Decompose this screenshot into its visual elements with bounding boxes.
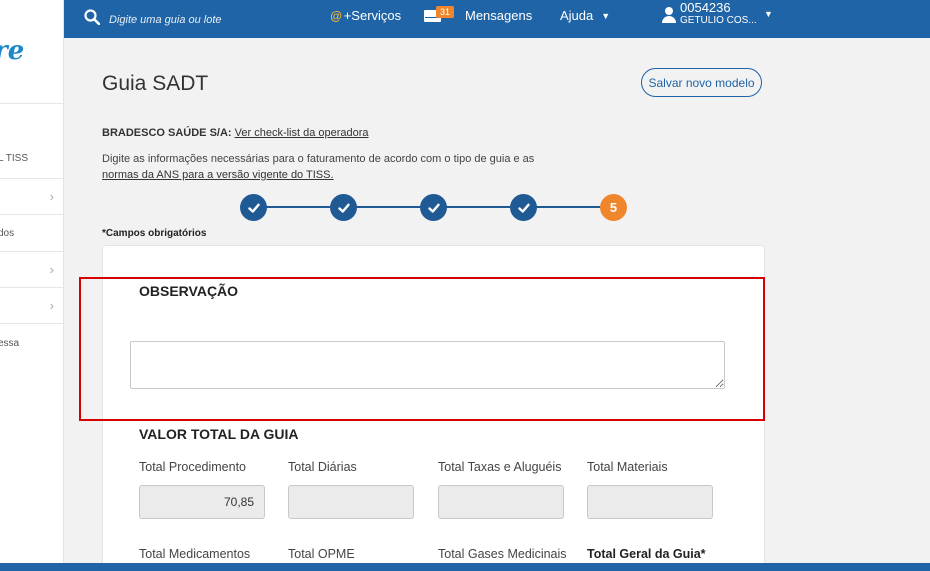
global-search bbox=[84, 9, 309, 30]
messages-count-badge: 31 bbox=[436, 6, 455, 18]
total-procedure-label: Total Procedimento bbox=[139, 460, 247, 474]
step-4-done[interactable] bbox=[510, 194, 537, 221]
sidebar-item-4[interactable]: › bbox=[0, 251, 63, 287]
check-icon bbox=[427, 203, 440, 213]
check-icon bbox=[337, 203, 350, 213]
step-2-done[interactable] bbox=[330, 194, 357, 221]
check-icon bbox=[247, 203, 260, 213]
search-icon[interactable] bbox=[84, 9, 101, 30]
observation-textarea[interactable] bbox=[130, 341, 725, 389]
total-daily-field bbox=[288, 485, 414, 519]
step-1-done[interactable] bbox=[240, 194, 267, 221]
user-info: 0054236 GETULIO COS... bbox=[680, 1, 757, 27]
total-general-label: Total Geral da Guia* bbox=[587, 547, 706, 561]
total-materials-field bbox=[587, 485, 713, 519]
sidebar-item-6[interactable]: essa bbox=[0, 325, 63, 361]
save-new-model-button[interactable]: Salvar novo modelo bbox=[641, 68, 762, 97]
page-title: Guia SADT bbox=[102, 72, 209, 95]
step-3-done[interactable] bbox=[420, 194, 447, 221]
sidebar-divider bbox=[0, 103, 63, 104]
sidebar-item-3[interactable]: dos bbox=[0, 215, 63, 251]
total-medications-label: Total Medicamentos bbox=[139, 547, 251, 561]
services-label: +Serviços bbox=[343, 8, 402, 23]
chevron-down-icon: ▼ bbox=[764, 9, 773, 19]
chevron-down-icon: ▼ bbox=[601, 10, 611, 21]
help-menu[interactable]: Ajuda ▼ bbox=[560, 8, 610, 23]
sidebar-item-label: L TISS bbox=[0, 152, 29, 164]
ans-norms-link[interactable]: normas da ANS para a versão vigente do T… bbox=[102, 169, 334, 181]
top-navbar: @ +Serviços 31 Mensagens Ajuda ▼ 0054236… bbox=[64, 0, 930, 38]
step-5-active[interactable]: 5 bbox=[600, 194, 627, 221]
total-materials-label: Total Materiais bbox=[587, 460, 668, 474]
search-input[interactable] bbox=[109, 13, 309, 26]
check-icon bbox=[517, 203, 530, 213]
operator-name: BRADESCO SAÚDE S/A: bbox=[102, 127, 232, 139]
messages-menu[interactable]: 31 Mensagens bbox=[424, 6, 533, 23]
total-opme-label: Total OPME bbox=[288, 547, 355, 561]
info-text-body: Digite as informações necessárias para o… bbox=[102, 153, 535, 165]
brand-logo[interactable]: re bbox=[0, 36, 24, 66]
sidebar-item-tiss[interactable]: L TISS bbox=[0, 140, 63, 176]
sidebar-item-label: dos bbox=[0, 227, 15, 239]
user-menu[interactable]: 0054236 GETULIO COS... ▼ bbox=[662, 1, 773, 27]
total-procedure-field: 70,85 bbox=[139, 485, 265, 519]
operator-line: BRADESCO SAÚDE S/A: Ver check-list da op… bbox=[102, 127, 369, 139]
services-menu[interactable]: @ +Serviços bbox=[330, 8, 401, 23]
info-text: Digite as informações necessárias para o… bbox=[102, 151, 572, 183]
services-icon: @ bbox=[330, 8, 342, 23]
total-medical-gases-label: Total Gases Medicinais bbox=[438, 547, 567, 561]
required-fields-note: *Campos obrigatórios bbox=[102, 228, 207, 239]
chevron-right-icon: › bbox=[49, 297, 54, 313]
bottom-bar bbox=[0, 563, 930, 571]
total-fees-field bbox=[438, 485, 564, 519]
sidebar-item-label: essa bbox=[0, 337, 20, 349]
chevron-right-icon: › bbox=[49, 261, 54, 277]
user-icon bbox=[662, 7, 676, 23]
messages-label: Mensagens bbox=[465, 8, 533, 23]
total-daily-label: Total Diárias bbox=[288, 460, 357, 474]
user-name: GETULIO COS... bbox=[680, 15, 757, 26]
total-fees-label: Total Taxas e Aluguéis bbox=[438, 460, 562, 474]
user-code: 0054236 bbox=[680, 0, 731, 15]
sidebar-divider bbox=[0, 323, 63, 324]
sidebar-item-5[interactable]: › bbox=[0, 287, 63, 323]
sidebar-item-2[interactable]: › bbox=[0, 178, 63, 214]
chevron-right-icon: › bbox=[49, 188, 54, 204]
help-label: Ajuda bbox=[560, 8, 594, 23]
progress-stepper: 5 bbox=[240, 194, 630, 222]
observation-title: OBSERVAÇÃO bbox=[139, 283, 239, 299]
operator-checklist-link[interactable]: Ver check-list da operadora bbox=[235, 127, 369, 139]
left-sidebar: re L TISS › dos › › essa bbox=[0, 0, 64, 571]
total-guide-title: VALOR TOTAL DA GUIA bbox=[139, 426, 299, 442]
